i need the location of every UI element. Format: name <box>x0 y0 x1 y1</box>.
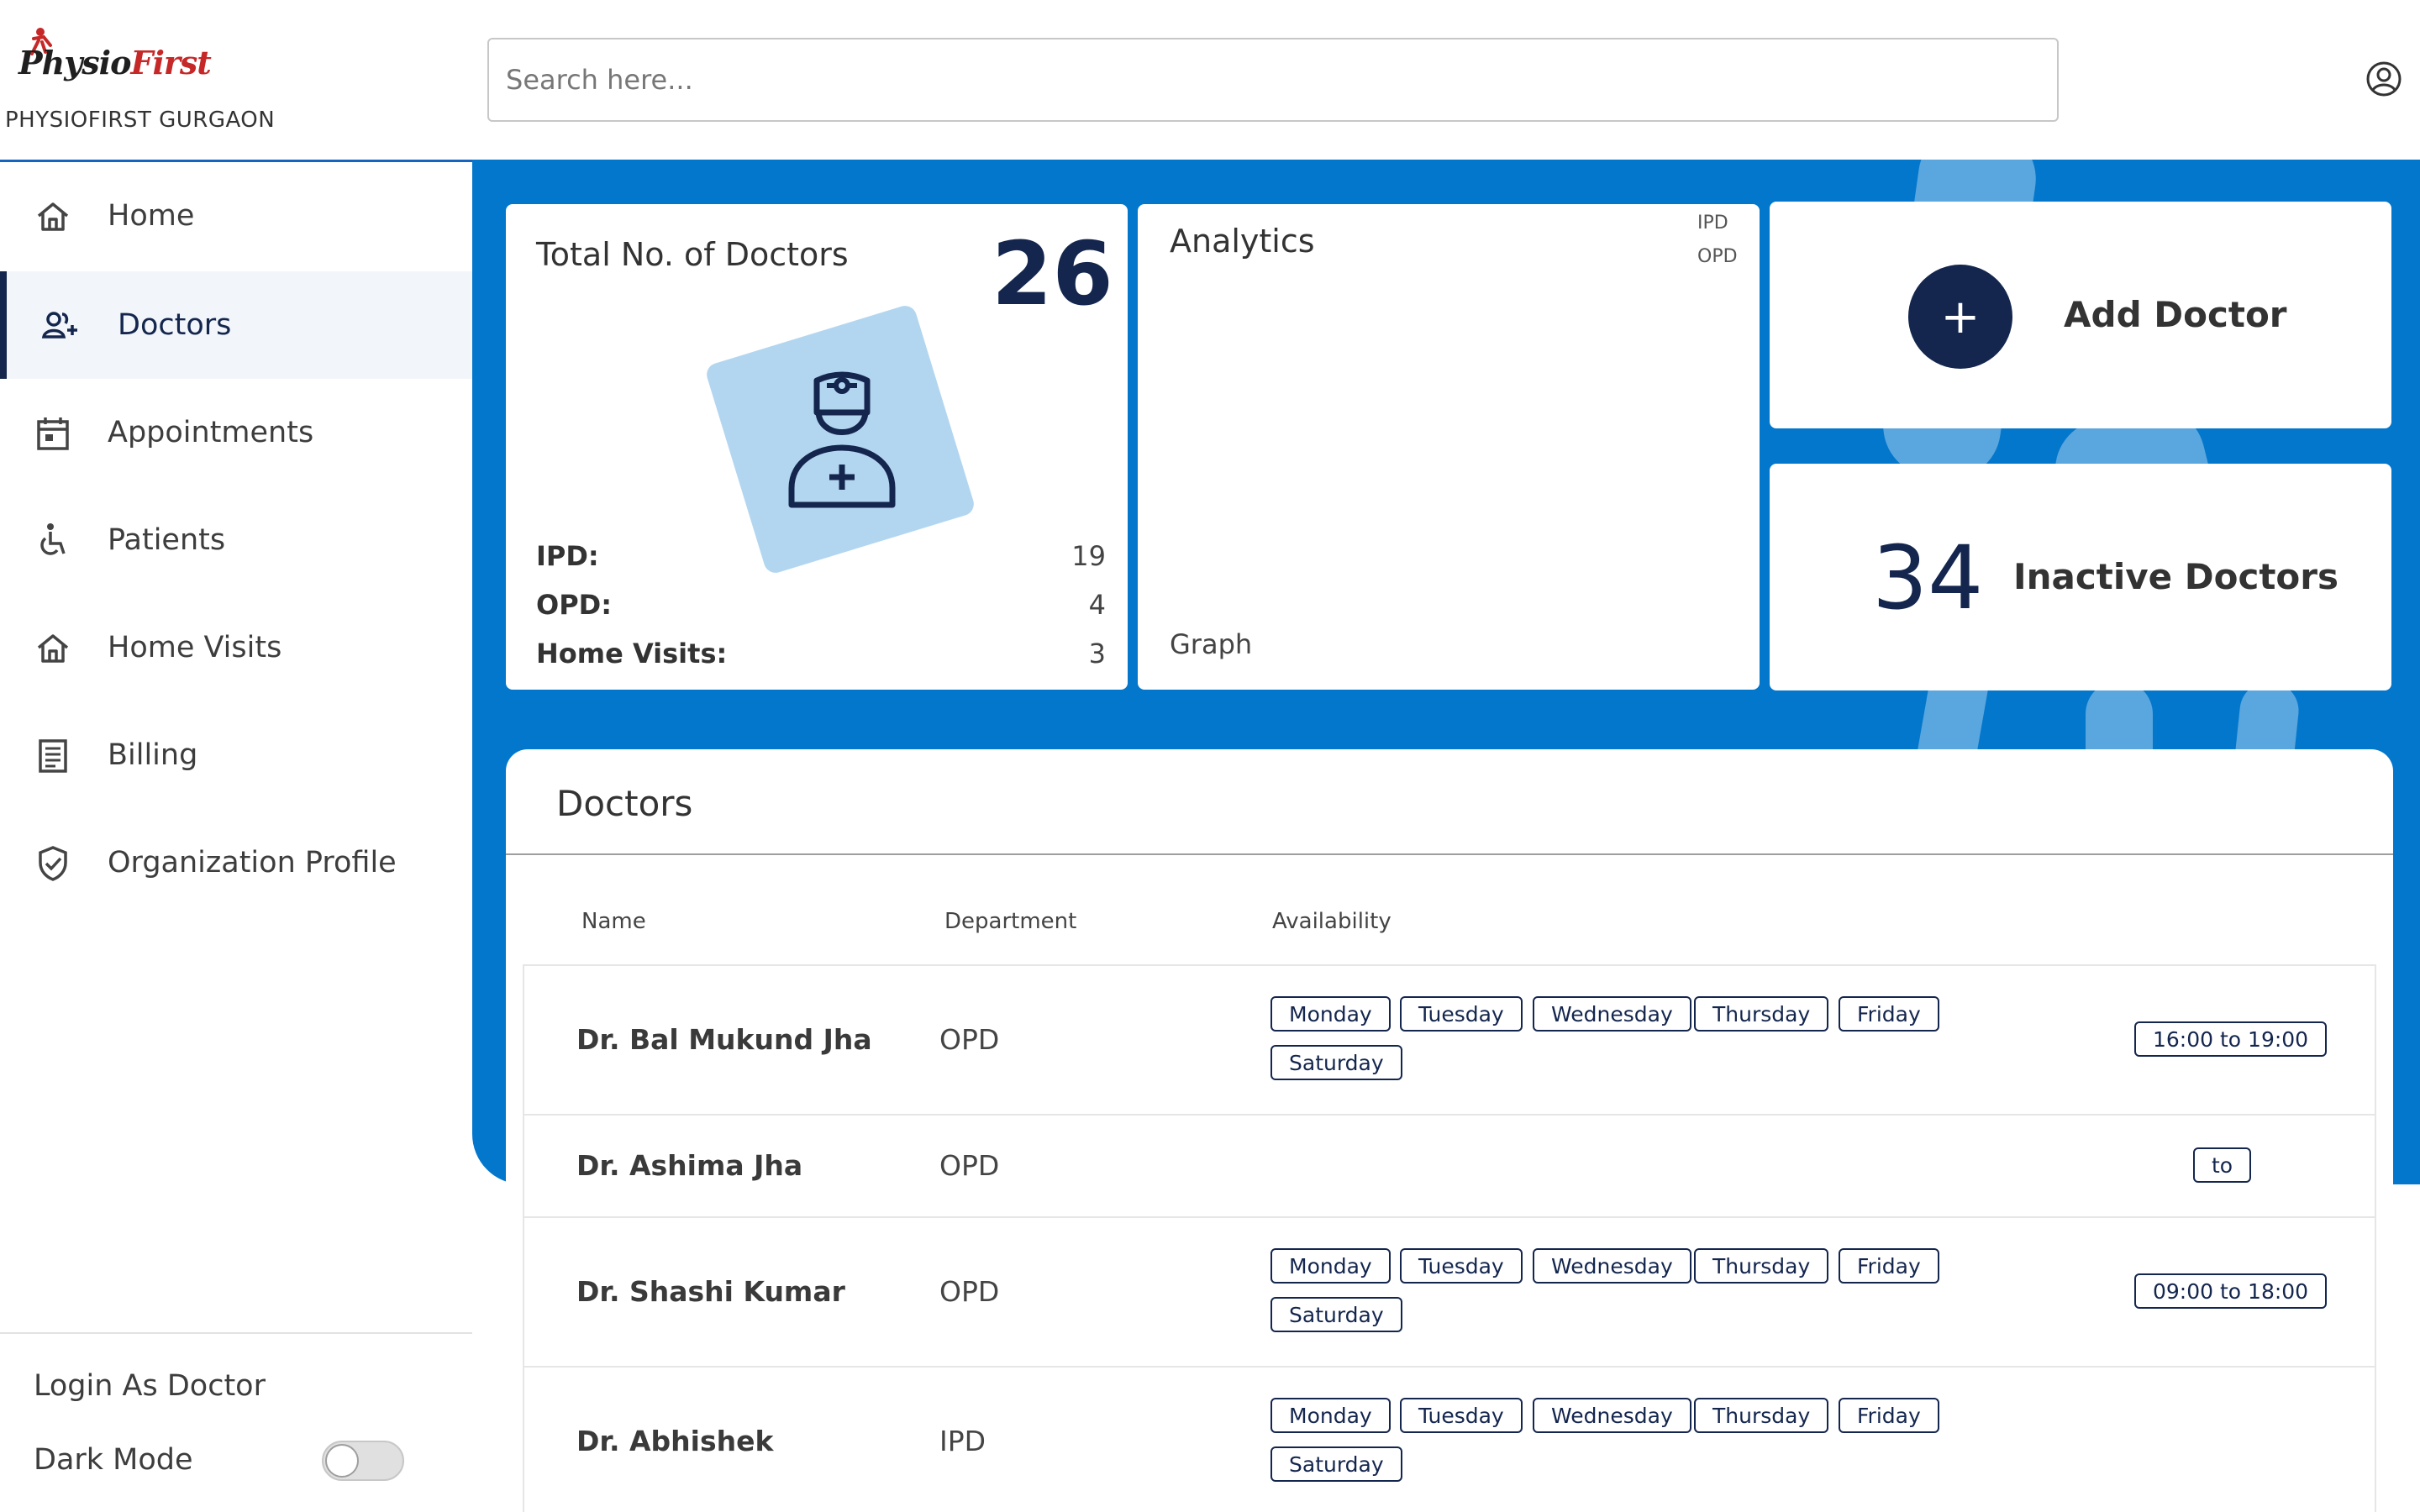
sidebar-item-label: Home <box>108 199 195 233</box>
day-chip: Friday <box>1839 1248 1939 1284</box>
sidebar-item-home-visits[interactable]: Home Visits <box>0 594 472 701</box>
day-chip: Wednesday <box>1533 1398 1691 1433</box>
home-visit-icon <box>37 634 69 663</box>
analytics-card: Analytics IPD OPD Graph <box>1138 204 1760 690</box>
doctor-department: OPD <box>939 1275 1000 1308</box>
sidebar-item-appointments[interactable]: Appointments <box>0 379 472 486</box>
opd-label: OPD: <box>536 589 613 621</box>
panel-divider <box>506 853 2393 855</box>
day-chip: Monday <box>1270 996 1391 1032</box>
hours-chip: 09:00 to 18:00 <box>2134 1273 2328 1309</box>
graph-placeholder: Graph <box>1170 628 1253 660</box>
doctor-name: Dr. Abhishek <box>576 1425 774 1457</box>
doctor-name: Dr. Bal Mukund Jha <box>576 1023 872 1056</box>
sidebar-item-patients[interactable]: Patients <box>0 486 472 594</box>
doctors-panel: Doctors Name Department Availability Dr.… <box>506 749 2393 1512</box>
day-chip: Thursday <box>1694 1398 1829 1433</box>
sidebar-item-doctors[interactable]: Doctors <box>0 271 472 379</box>
inactive-doctors-card[interactable]: 34 Inactive Doctors <box>1770 464 2391 690</box>
home-visits-label: Home Visits: <box>536 638 728 669</box>
login-as-doctor-link[interactable]: Login As Doctor <box>34 1369 266 1403</box>
day-chip: Saturday <box>1270 1446 1402 1482</box>
dark-mode-toggle[interactable] <box>322 1441 404 1481</box>
verified-badge-icon <box>39 846 67 881</box>
hours-chip: 16:00 to 19:00 <box>2134 1021 2328 1057</box>
sidebar-item-home[interactable]: Home <box>0 162 472 270</box>
account-circle-icon[interactable] <box>2365 60 2402 97</box>
toggle-knob <box>325 1444 359 1478</box>
doctor-name: Dr. Shashi Kumar <box>576 1275 845 1308</box>
inactive-doctors-count: 34 <box>1872 527 1984 629</box>
day-chip: Monday <box>1270 1248 1391 1284</box>
opd-value: 4 <box>1088 589 1106 621</box>
doctor-department: OPD <box>939 1149 1000 1182</box>
column-header-department: Department <box>944 909 1077 934</box>
card-title: Total No. of Doctors <box>536 236 849 273</box>
sidebar-item-label: Organization Profile <box>108 846 397 879</box>
day-chip: Thursday <box>1694 1248 1829 1284</box>
search-input[interactable] <box>487 38 2059 122</box>
column-header-availability: Availability <box>1272 909 1392 934</box>
legend-opd: OPD <box>1697 246 1738 267</box>
sidebar-item-billing[interactable]: Billing <box>0 701 472 809</box>
sidebar-item-organization-profile[interactable]: Organization Profile <box>0 809 472 916</box>
receipt-icon <box>39 739 67 773</box>
day-chip: Tuesday <box>1400 1248 1523 1284</box>
add-doctor-card[interactable]: + Add Doctor <box>1770 202 2391 428</box>
total-doctors-card: Total No. of Doctors 26 IPD: 19 OPD: 4 H… <box>506 204 1128 690</box>
logo-text: PhysioFirst <box>18 44 212 81</box>
sidebar-item-label: Billing <box>108 738 198 772</box>
day-chip: Thursday <box>1694 996 1829 1032</box>
home-visits-value: 3 <box>1088 638 1106 669</box>
home-icon <box>37 202 69 231</box>
legend-ipd: IPD <box>1697 213 1728 234</box>
table-row[interactable]: Dr. Bal Mukund Jha OPD Monday Tuesday We… <box>523 964 2376 1114</box>
day-chip: Saturday <box>1270 1297 1402 1332</box>
sidebar-item-label: Doctors <box>118 308 232 342</box>
doctor-department: OPD <box>939 1023 1000 1056</box>
day-chip: Friday <box>1839 996 1939 1032</box>
add-doctor-label: Add Doctor <box>2064 294 2287 335</box>
table-row[interactable]: Dr. Ashima Jha OPD to <box>523 1114 2376 1216</box>
plus-icon[interactable]: + <box>1908 265 2012 369</box>
ipd-value: 19 <box>1071 540 1106 572</box>
sidebar: Home Doctors Appointments Patients Home … <box>0 162 472 1512</box>
table-row[interactable]: Dr. Shashi Kumar OPD Monday Tuesday Wedn… <box>523 1216 2376 1366</box>
day-chip: Wednesday <box>1533 1248 1691 1284</box>
doctor-icon <box>788 371 896 508</box>
calendar-icon <box>37 417 69 450</box>
column-header-name: Name <box>581 909 646 934</box>
day-chip: Wednesday <box>1533 996 1691 1032</box>
total-doctors-count: 26 <box>992 223 1113 325</box>
sidebar-item-label: Appointments <box>108 416 314 449</box>
ipd-label: IPD: <box>536 540 599 572</box>
day-chip: Saturday <box>1270 1045 1402 1080</box>
day-chip: Tuesday <box>1400 1398 1523 1433</box>
hours-chip: to <box>2193 1147 2252 1183</box>
dark-mode-label: Dark Mode <box>34 1443 193 1477</box>
panel-title: Doctors <box>556 783 693 824</box>
inactive-doctors-label: Inactive Doctors <box>2013 556 2338 597</box>
day-chip: Friday <box>1839 1398 1939 1433</box>
day-chip: Tuesday <box>1400 996 1523 1032</box>
doctor-name: Dr. Ashima Jha <box>576 1149 803 1182</box>
table-row[interactable]: Dr. Abhishek IPD Monday Tuesday Wednesda… <box>523 1366 2376 1512</box>
sidebar-item-label: Patients <box>108 523 226 557</box>
top-header: PhysioFirst PHYSIOFIRST GURGAON <box>0 0 2420 160</box>
doctor-department: IPD <box>939 1425 986 1457</box>
organization-name: PHYSIOFIRST GURGAON <box>5 108 276 133</box>
sidebar-divider <box>0 1332 472 1334</box>
doctors-icon <box>41 312 77 339</box>
wheelchair-icon <box>40 523 66 555</box>
card-title: Analytics <box>1170 223 1315 260</box>
sidebar-item-label: Home Visits <box>108 631 282 664</box>
day-chip: Monday <box>1270 1398 1391 1433</box>
